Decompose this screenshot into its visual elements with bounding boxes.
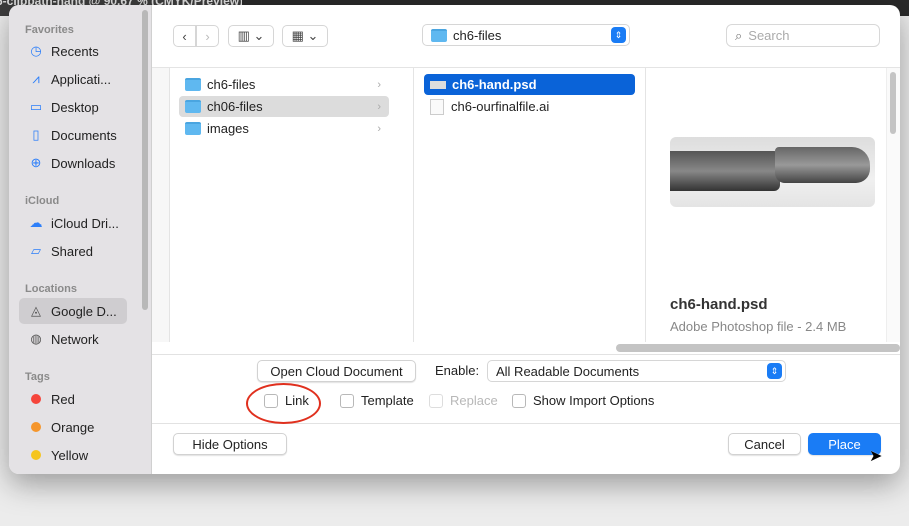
checkbox-box bbox=[429, 393, 443, 408]
sidebar-item-shared[interactable]: ▱ Shared bbox=[19, 238, 127, 264]
chevron-right-icon: › bbox=[377, 100, 381, 113]
search-field[interactable]: ⌕ Search bbox=[726, 24, 880, 47]
chevron-right-icon: › bbox=[377, 122, 381, 135]
sidebar-item-documents[interactable]: ▯ Documents bbox=[19, 122, 127, 148]
checkbox-box[interactable] bbox=[340, 393, 354, 408]
list-item[interactable]: ch6-ourfinalfile.ai bbox=[424, 96, 635, 117]
annotation-circle bbox=[246, 383, 321, 424]
columns-view-icon: ▥ ⌄ bbox=[237, 28, 265, 43]
section-tags: Tags bbox=[25, 371, 50, 383]
grid-icon: ▦ ⌄ bbox=[291, 28, 319, 43]
folder-icon bbox=[185, 122, 201, 135]
column-2: ch6-hand.psd ch6-ourfinalfile.ai bbox=[414, 68, 646, 342]
enable-dropdown[interactable]: All Readable Documents ⇕ bbox=[487, 360, 786, 382]
group-by-button[interactable]: ▦ ⌄ bbox=[282, 25, 328, 47]
horizontal-scrollbar[interactable] bbox=[616, 344, 900, 352]
cancel-button[interactable]: Cancel bbox=[728, 433, 801, 455]
sidebar-item-recents[interactable]: ◷ Recents bbox=[19, 38, 127, 64]
list-item[interactable]: ch6-files › bbox=[179, 74, 389, 95]
list-item[interactable]: ch06-files › bbox=[179, 96, 389, 117]
list-item[interactable]: images › bbox=[179, 118, 389, 139]
location-dropdown[interactable]: ch6-files ⇕ bbox=[422, 24, 630, 46]
tag-yellow[interactable]: Yellow bbox=[19, 442, 127, 468]
column-gutter bbox=[152, 68, 170, 342]
tag-orange[interactable]: Orange bbox=[19, 414, 127, 440]
sidebar-item-desktop[interactable]: ▭ Desktop bbox=[19, 94, 127, 120]
red-tag-dot bbox=[31, 394, 41, 404]
shared-folder-icon: ▱ bbox=[31, 243, 41, 258]
preview-pane: ch6-hand.psd Adobe Photoshop file - 2.4 … bbox=[646, 68, 886, 342]
updown-chevron-icon: ⇕ bbox=[611, 27, 626, 43]
list-item[interactable]: ch6-hand.psd bbox=[424, 74, 635, 95]
folder-icon bbox=[431, 28, 447, 42]
ai-file-icon bbox=[430, 98, 444, 115]
search-icon: ⌕ bbox=[735, 27, 743, 43]
view-mode-button[interactable]: ▥ ⌄ bbox=[228, 25, 274, 47]
template-checkbox[interactable]: Template bbox=[340, 393, 414, 408]
hide-options-button[interactable]: Hide Options bbox=[173, 433, 287, 455]
checkbox-box[interactable] bbox=[512, 393, 526, 408]
desktop-icon: ▭ bbox=[29, 99, 43, 114]
section-icloud: iCloud bbox=[25, 195, 60, 207]
applications-icon: ⩘ bbox=[32, 71, 40, 86]
chevron-right-icon: › bbox=[205, 28, 210, 44]
chevron-left-icon: ‹ bbox=[182, 28, 187, 44]
download-icon: ⊕ bbox=[30, 155, 42, 170]
section-locations: Locations bbox=[25, 283, 77, 295]
back-button[interactable]: ‹ bbox=[173, 25, 196, 47]
updown-chevron-icon: ⇕ bbox=[767, 363, 782, 379]
orange-tag-dot bbox=[31, 422, 41, 432]
tag-red[interactable]: Red bbox=[19, 386, 127, 412]
preview-thumbnail bbox=[670, 137, 875, 207]
sidebar-item-icloud-drive[interactable]: ☁ iCloud Dri... bbox=[19, 210, 127, 236]
google-drive-icon: ◬ bbox=[31, 303, 41, 318]
forward-button[interactable]: › bbox=[196, 25, 219, 47]
column-1: ch6-files › ch06-files › images › bbox=[170, 68, 414, 342]
globe-icon: ◍ bbox=[30, 331, 42, 346]
vertical-scrollbar-track bbox=[886, 68, 900, 342]
open-cloud-document-button[interactable]: Open Cloud Document bbox=[257, 360, 416, 382]
vertical-scrollbar[interactable] bbox=[890, 72, 896, 134]
replace-checkbox: Replace bbox=[429, 393, 498, 408]
place-dialog: Favorites ◷ Recents ⩘ Applicati... ▭ Deskto… bbox=[9, 5, 900, 474]
folder-icon bbox=[185, 78, 201, 91]
preview-filename: ch6-hand.psd bbox=[670, 296, 768, 313]
sidebar-item-network[interactable]: ◍ Network bbox=[19, 326, 127, 352]
document-icon: ▯ bbox=[32, 127, 40, 142]
yellow-tag-dot bbox=[31, 450, 41, 460]
mouse-cursor-icon: ➤ bbox=[869, 448, 883, 465]
show-import-options-checkbox[interactable]: Show Import Options bbox=[512, 393, 654, 408]
sidebar-item-downloads[interactable]: ⊕ Downloads bbox=[19, 150, 127, 176]
section-favorites: Favorites bbox=[25, 24, 74, 36]
folder-icon bbox=[185, 100, 201, 113]
sidebar: Favorites ◷ Recents ⩘ Applicati... ▭ Deskto… bbox=[9, 5, 152, 474]
cloud-icon: ☁ bbox=[29, 215, 43, 230]
sidebar-item-google-drive[interactable]: ◬ Google D... bbox=[19, 298, 127, 324]
clock-icon: ◷ bbox=[30, 43, 42, 58]
sidebar-scrollbar[interactable] bbox=[142, 10, 148, 310]
enable-label: Enable: bbox=[435, 363, 480, 378]
chevron-right-icon: › bbox=[377, 78, 381, 91]
sidebar-item-applications[interactable]: ⩘ Applicati... bbox=[19, 66, 127, 92]
psd-file-icon bbox=[430, 80, 446, 89]
preview-file-info: Adobe Photoshop file - 2.4 MB bbox=[670, 319, 847, 334]
